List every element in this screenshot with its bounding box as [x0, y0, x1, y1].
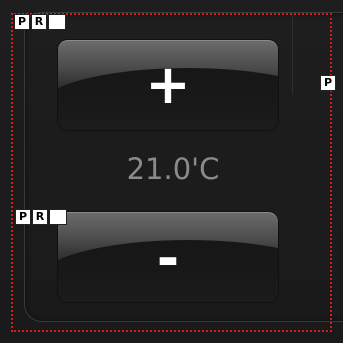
- panel-divider: [292, 14, 293, 94]
- plus-icon: +: [145, 53, 191, 116]
- tag-r[interactable]: R: [31, 14, 47, 30]
- tag-p[interactable]: P: [320, 75, 336, 91]
- tag-blank[interactable]: [49, 209, 67, 225]
- tag-r[interactable]: R: [32, 209, 48, 225]
- decrease-temperature-button[interactable]: -: [58, 212, 278, 302]
- tag-group-middle: P R: [15, 209, 67, 225]
- thermostat-widget: + 21.0'C - P R P R P: [0, 0, 343, 343]
- minus-icon: -: [156, 227, 180, 290]
- temperature-readout: 21.0'C: [126, 152, 220, 186]
- tag-p[interactable]: P: [15, 209, 31, 225]
- tag-group-top: P R: [14, 14, 66, 30]
- tag-p[interactable]: P: [14, 14, 30, 30]
- increase-temperature-button[interactable]: +: [58, 40, 278, 130]
- tag-group-right: P: [320, 75, 336, 91]
- tag-blank[interactable]: [48, 14, 66, 30]
